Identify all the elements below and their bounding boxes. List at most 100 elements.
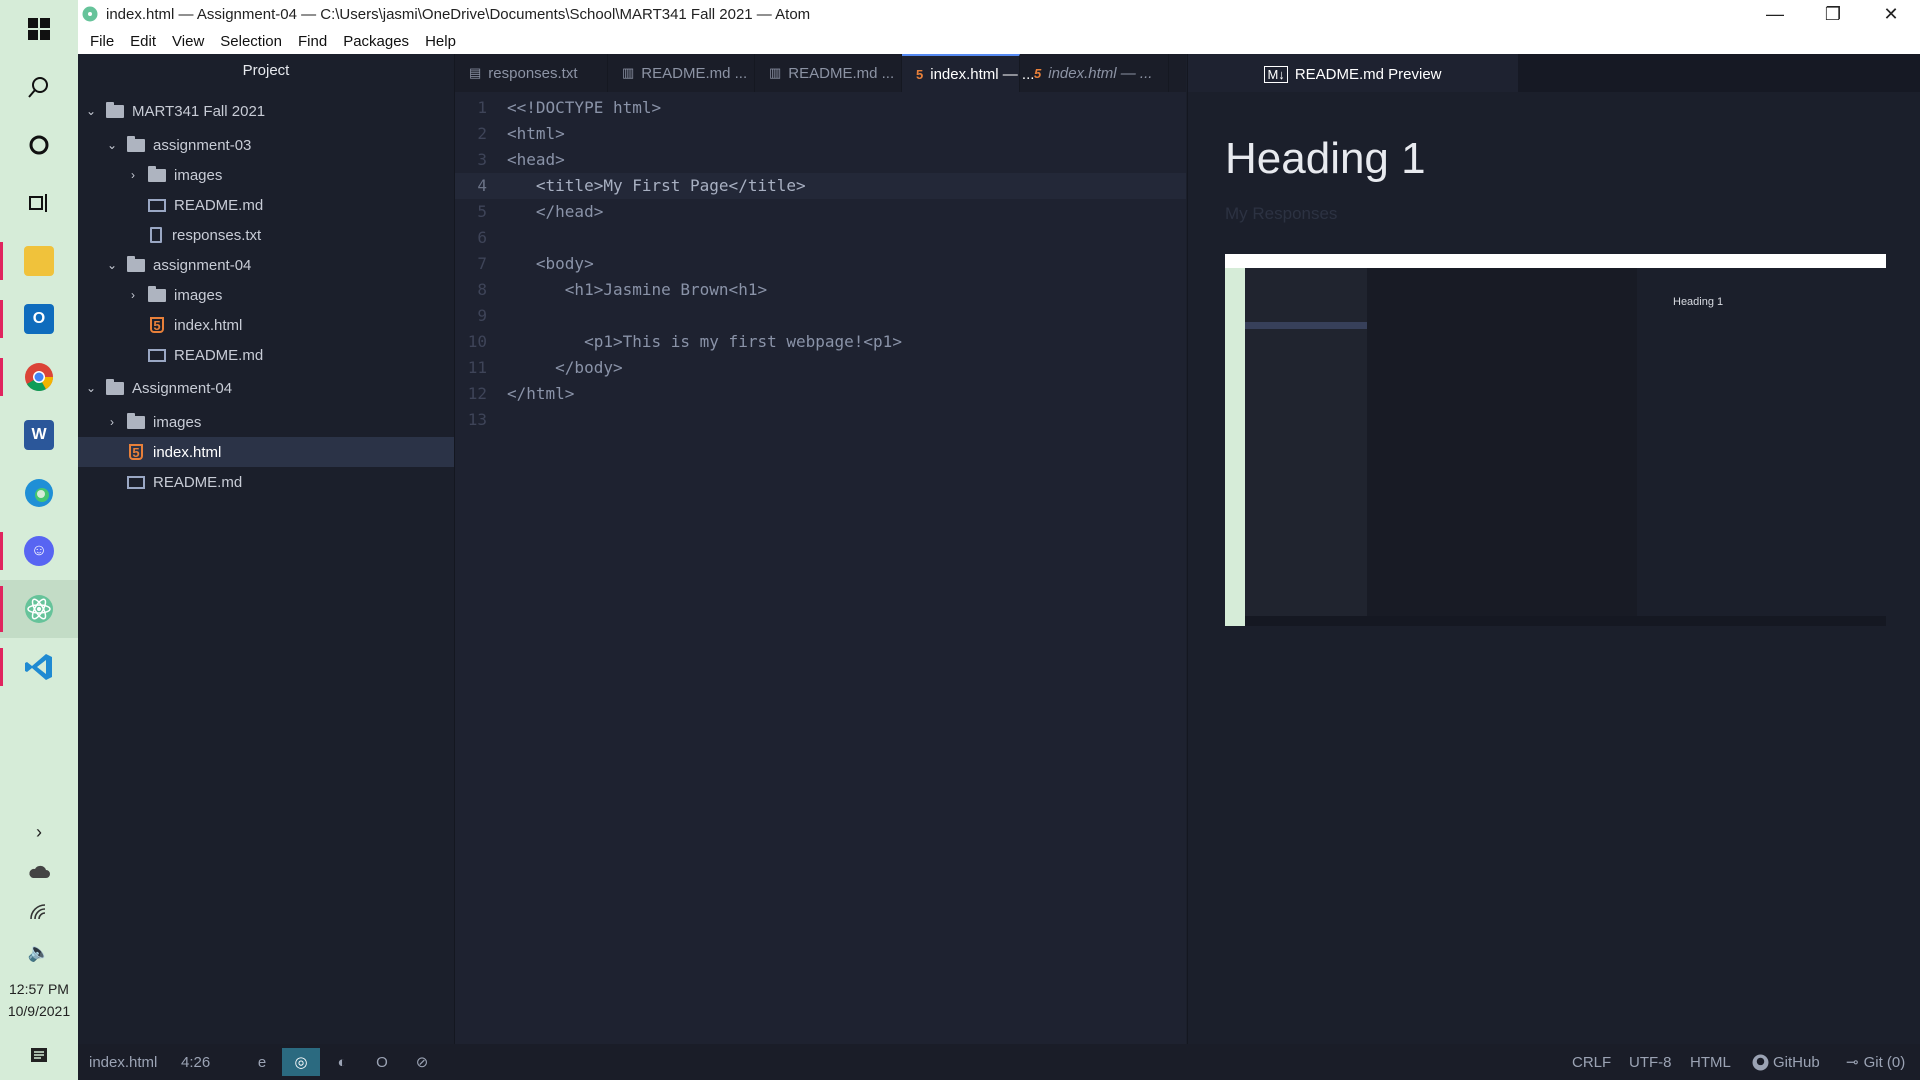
tab-readme-2[interactable]: ▥ README.md ...	[755, 54, 902, 92]
chrome-button[interactable]	[0, 348, 78, 406]
github-label: GitHub	[1773, 1053, 1820, 1071]
tree-item-index-html[interactable]: 5 index.html	[78, 310, 454, 340]
clock[interactable]: 12:57 PM 10/9/2021	[8, 972, 70, 1032]
tree-item-readme[interactable]: README.md	[78, 467, 454, 497]
network-button[interactable]	[0, 892, 78, 932]
code-line: 7 <body>	[455, 251, 1186, 277]
safari-icon[interactable]: ⊘	[403, 1048, 441, 1076]
cloud-icon	[29, 865, 50, 878]
tree-item-assignment-04-root[interactable]: ⌄ Assignment-04	[78, 373, 454, 403]
project-header: Project	[242, 62, 290, 79]
tab-readme-1[interactable]: ▥ README.md ...	[608, 54, 755, 92]
tab-label: README.md ...	[641, 64, 748, 82]
tree-item-assignment-04[interactable]: ⌄ assignment-04	[78, 250, 454, 280]
code-line-text: </html>	[507, 384, 575, 403]
html5-icon: 5	[916, 66, 924, 82]
code-line-text: <p1>This is my first webpage!<p1>	[507, 332, 902, 351]
maximize-button[interactable]: ❐	[1804, 0, 1862, 28]
tree-item-readme[interactable]: README.md	[78, 340, 454, 370]
status-cursor-position[interactable]: 4:26	[181, 1044, 210, 1080]
edge-icon	[25, 479, 53, 507]
tab-index-html-pending[interactable]: 5 index.html — ...	[1020, 54, 1169, 92]
volume-button[interactable]: 🔈	[0, 932, 78, 972]
tree-item-readme[interactable]: README.md	[78, 190, 454, 220]
ie-icon[interactable]: e	[243, 1048, 281, 1076]
firefox-icon[interactable]: ◐	[323, 1048, 361, 1076]
menu-find[interactable]: Find	[294, 33, 331, 50]
status-file-name[interactable]: index.html	[89, 1044, 157, 1080]
edge-button[interactable]	[0, 464, 78, 522]
folder-icon	[127, 412, 145, 429]
tree-item-index-html-selected[interactable]: 5 index.html	[78, 437, 454, 467]
tree-item-label: images	[174, 286, 223, 304]
code-line: 8 <h1>Jasmine Brown<h1>	[455, 277, 1186, 303]
atom-logo-icon	[82, 6, 98, 22]
tab-responses-txt[interactable]: ▤ responses.txt	[455, 54, 608, 92]
tree-item-mart341[interactable]: ⌄ MART341 Fall 2021	[78, 96, 454, 126]
task-view-button[interactable]	[0, 174, 78, 232]
menu-edit[interactable]: Edit	[126, 33, 160, 50]
tree-item-label: Assignment-04	[132, 379, 233, 397]
cortana-icon	[29, 135, 49, 155]
discord-icon: ☺	[24, 536, 54, 566]
cortana-button[interactable]	[0, 116, 78, 174]
vscode-button[interactable]	[0, 638, 78, 696]
markdown-file-icon: ▥	[622, 65, 635, 80]
discord-button[interactable]: ☺	[0, 522, 78, 580]
github-icon	[1752, 1054, 1769, 1070]
status-grammar[interactable]: HTML	[1690, 1044, 1731, 1080]
code-line-text: <title>My First Page</title>	[507, 176, 806, 195]
chevron-right-icon: ›	[131, 168, 135, 182]
atom-button[interactable]	[0, 580, 78, 638]
outlook-button[interactable]: O	[0, 290, 78, 348]
code-line-text: </body>	[507, 358, 623, 377]
action-center-button[interactable]	[0, 1032, 78, 1080]
menu-packages[interactable]: Packages	[339, 33, 413, 50]
start-button[interactable]	[0, 0, 78, 58]
show-hidden-icons-button[interactable]: ›	[0, 812, 78, 852]
code-line-text: </head>	[507, 202, 604, 221]
tab-index-html-active[interactable]: 5 index.html — ...	[902, 54, 1034, 92]
status-github[interactable]: GitHub	[1752, 1044, 1820, 1080]
code-line: 11 </body>	[455, 355, 1186, 381]
chevron-down-icon: ⌄	[106, 258, 118, 272]
markdown-file-icon: ▥	[769, 65, 782, 80]
status-encoding[interactable]: UTF-8	[1629, 1044, 1672, 1080]
code-line-text: <h1>Jasmine Brown<h1>	[507, 280, 768, 299]
word-button[interactable]: W	[0, 406, 78, 464]
file-explorer-button[interactable]	[0, 232, 78, 290]
word-icon: W	[24, 420, 54, 450]
preview-heading: Heading 1	[1225, 134, 1426, 183]
menu-selection[interactable]: Selection	[216, 33, 286, 50]
search-button[interactable]	[0, 58, 78, 116]
markdown-preview-pane: M↓ README.md Preview Heading 1 My Respon…	[1187, 54, 1920, 1044]
code-line: 6	[477, 228, 487, 247]
html5-icon: 5	[150, 317, 164, 333]
project-tree: Project ⌄ MART341 Fall 2021 ⌄ assignment…	[78, 54, 455, 1044]
tree-item-images[interactable]: › images	[78, 407, 454, 437]
close-button[interactable]: ✕	[1862, 0, 1920, 28]
tree-item-images[interactable]: › images	[78, 160, 454, 190]
tree-item-responses[interactable]: responses.txt	[78, 220, 454, 250]
markdown-file-icon	[148, 198, 166, 212]
code-line: 3 <head>	[455, 147, 1186, 173]
menu-view[interactable]: View	[168, 33, 208, 50]
chevron-down-icon: ⌄	[85, 104, 97, 118]
tab-readme-preview[interactable]: M↓ README.md Preview	[1188, 54, 1518, 92]
status-line-ending[interactable]: CRLF	[1572, 1044, 1611, 1080]
tab-bar: ▤ responses.txt ▥ README.md ... ▥ README.md…	[455, 54, 1186, 92]
code-editor[interactable]: 1 <<!DOCTYPE html> 2 <html> 3 <head> 4 <tit…	[455, 92, 1186, 1044]
windows-taskbar: O W ☺ › 🔈 12:57 PM 10/9/2021	[0, 0, 78, 1080]
chrome-status-icon[interactable]: ◎	[282, 1048, 320, 1076]
menu-help[interactable]: Help	[421, 33, 460, 50]
opera-icon[interactable]: O	[363, 1048, 401, 1076]
tree-item-assignment-03[interactable]: ⌄ assignment-03	[78, 130, 454, 160]
menu-file[interactable]: File	[86, 33, 118, 50]
code-line: 10 <p1>This is my first webpage!<p1>	[455, 329, 1186, 355]
minimize-button[interactable]: —	[1746, 0, 1804, 28]
status-git[interactable]: ⊸ Git (0)	[1846, 1044, 1905, 1080]
status-bar: index.html 4:26 e ◎ ◐ O ⊘ CRLF UTF-8 HTM…	[78, 1044, 1920, 1080]
code-line: 1 <<!DOCTYPE html>	[455, 95, 1186, 121]
tree-item-images[interactable]: › images	[78, 280, 454, 310]
onedrive-button[interactable]	[0, 852, 78, 892]
